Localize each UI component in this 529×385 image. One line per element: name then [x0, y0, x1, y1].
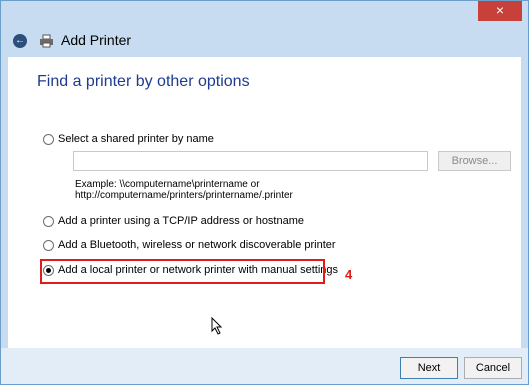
option-label: Add a Bluetooth, wireless or network dis…: [58, 239, 336, 251]
mouse-cursor-icon: [211, 317, 223, 335]
title-bar: [1, 1, 528, 57]
add-printer-window: × ← Add Printer Find a printer by other …: [0, 0, 529, 385]
cancel-button[interactable]: Cancel: [464, 357, 522, 379]
annotation-step-number: 4: [345, 267, 353, 282]
page-heading: Find a printer by other options: [37, 73, 250, 90]
example-text: Example: \\computername\printername or h…: [75, 179, 293, 201]
shared-printer-name-input[interactable]: [73, 151, 428, 171]
radio-tcpip[interactable]: [43, 215, 54, 227]
radio-shared-printer[interactable]: [43, 133, 54, 145]
option-tcpip[interactable]: Add a printer using a TCP/IP address or …: [43, 215, 304, 227]
window-title: Add Printer: [61, 32, 132, 48]
option-label: Select a shared printer by name: [58, 133, 214, 145]
option-bluetooth-wireless[interactable]: Add a Bluetooth, wireless or network dis…: [43, 239, 336, 251]
option-label: Add a printer using a TCP/IP address or …: [58, 215, 305, 227]
annotation-highlight-box: [40, 259, 325, 284]
back-arrow-icon[interactable]: ←: [13, 34, 27, 48]
close-button[interactable]: ×: [478, 1, 522, 21]
example-line-2: http://computername/printers/printername…: [75, 190, 293, 201]
option-shared-printer[interactable]: Select a shared printer by name: [43, 133, 214, 145]
browse-button[interactable]: Browse...: [438, 151, 511, 171]
next-button[interactable]: Next: [400, 357, 458, 379]
radio-bluetooth-wireless[interactable]: [43, 239, 54, 251]
content-panel: [8, 57, 521, 348]
printer-icon: [40, 34, 53, 48]
example-line-1: Example: \\computername\printername or: [75, 179, 260, 190]
